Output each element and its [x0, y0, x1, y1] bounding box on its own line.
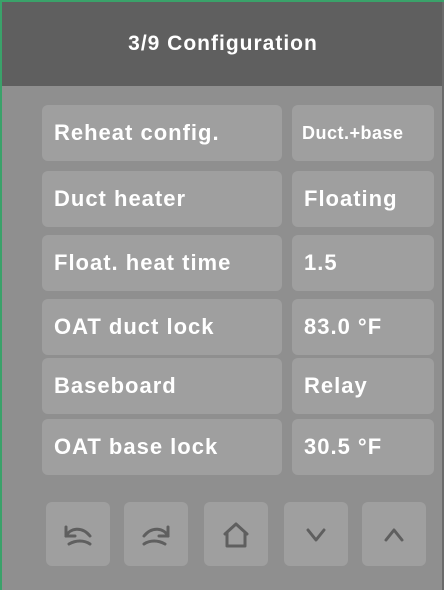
config-row-float-heat-time: Float. heat time 1.5: [42, 235, 434, 291]
config-row-duct-heater: Duct heater Floating: [42, 171, 434, 227]
config-row-baseboard: Baseboard Relay: [42, 358, 434, 414]
down-button[interactable]: [284, 502, 348, 566]
baseboard-value-button[interactable]: Relay: [292, 358, 434, 414]
header-bar: 3/9 Configuration: [2, 2, 444, 86]
home-button[interactable]: [204, 502, 268, 566]
oat-base-lock-value-button[interactable]: 30.5 °F: [292, 419, 434, 475]
config-row-oat-base-lock: OAT base lock 30.5 °F: [42, 419, 434, 475]
oat-duct-lock-value-button[interactable]: 83.0 °F: [292, 299, 434, 355]
thermostat-screen: 3/9 Configuration Reheat config. Duct.+b…: [0, 0, 444, 590]
config-row-oat-duct-lock: OAT duct lock 83.0 °F: [42, 299, 434, 355]
chevron-up-icon: [384, 528, 404, 542]
up-button[interactable]: [362, 502, 426, 566]
undo-icon: [64, 525, 92, 546]
chevron-down-icon: [306, 528, 326, 542]
oat-base-lock-label: OAT base lock: [42, 419, 282, 475]
float-heat-time-label: Float. heat time: [42, 235, 282, 291]
reheat-config-label: Reheat config.: [42, 105, 282, 161]
config-row-reheat: Reheat config. Duct.+base: [42, 105, 434, 161]
navigation-bar: [42, 502, 434, 568]
duct-heater-label: Duct heater: [42, 171, 282, 227]
undo-button[interactable]: [46, 502, 110, 566]
home-icon: [223, 522, 249, 548]
page-title: 3/9 Configuration: [128, 32, 318, 55]
duct-heater-value-button[interactable]: Floating: [292, 171, 434, 227]
oat-duct-lock-label: OAT duct lock: [42, 299, 282, 355]
reheat-config-value-button[interactable]: Duct.+base: [292, 105, 434, 161]
redo-button[interactable]: [124, 502, 188, 566]
baseboard-label: Baseboard: [42, 358, 282, 414]
float-heat-time-value-button[interactable]: 1.5: [292, 235, 434, 291]
redo-icon: [142, 525, 170, 546]
